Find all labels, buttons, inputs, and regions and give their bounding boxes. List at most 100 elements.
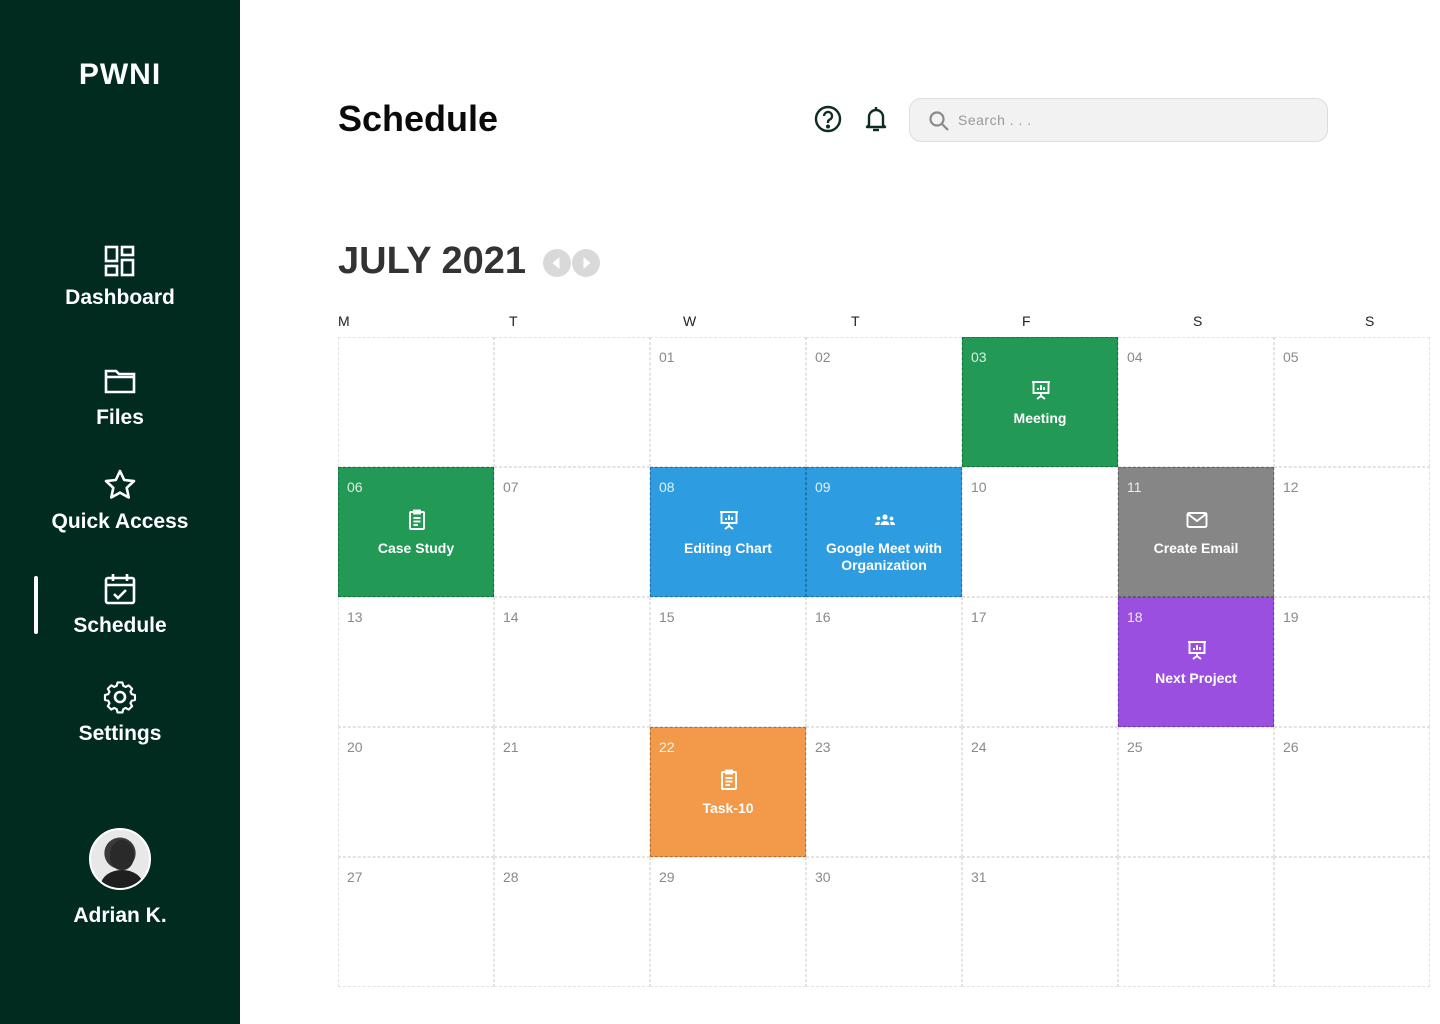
calendar-day-23[interactable]: 23	[806, 727, 962, 857]
clipboard-icon	[717, 768, 741, 792]
month-label: JULY 2021	[338, 240, 527, 282]
event-title: Case Study	[377, 540, 455, 556]
calendar-day-27[interactable]: 27	[338, 857, 494, 987]
sidebar-item-quick-access[interactable]: Quick Access	[0, 468, 240, 534]
star-icon	[104, 469, 136, 499]
day-number: 13	[347, 609, 363, 625]
folder-icon	[104, 369, 136, 394]
sidebar-item-files[interactable]: Files	[0, 364, 240, 430]
next-month-button[interactable]	[572, 249, 600, 277]
day-number: 21	[503, 739, 519, 755]
calendar-grid: 01 02 03 Meeting 04 05 06 Case Study 07 08 Editing…	[338, 337, 1430, 987]
day-number: 03	[971, 349, 987, 365]
event-title: Editing Chart	[684, 540, 772, 556]
calendar-day-05[interactable]: 05	[1274, 337, 1430, 467]
clipboard-icon	[405, 508, 429, 532]
calendar-empty-cell	[1274, 857, 1430, 987]
day-number: 07	[503, 479, 519, 495]
calendar-day-14[interactable]: 14	[494, 597, 650, 727]
presentation-icon	[1185, 638, 1209, 662]
day-number: 30	[815, 869, 831, 885]
mail-icon	[1185, 508, 1209, 532]
day-number: 17	[971, 609, 987, 625]
calendar-day-20[interactable]: 20	[338, 727, 494, 857]
calendar-day-01[interactable]: 01	[650, 337, 806, 467]
sidebar: PWNI Dashboard Files Quick Access Schedu…	[0, 0, 240, 1024]
event-card[interactable]: 08 Editing Chart	[650, 467, 806, 597]
event-title: Meeting	[1013, 410, 1067, 426]
day-number: 20	[347, 739, 363, 755]
day-number: 11	[1127, 479, 1142, 495]
calendar-day-29[interactable]: 29	[650, 857, 806, 987]
event-title: Next Project	[1155, 670, 1237, 686]
day-number: 14	[503, 609, 519, 625]
calendar-day-10[interactable]: 10	[962, 467, 1118, 597]
day-number: 02	[815, 349, 831, 365]
weekday-label: S	[1193, 313, 1203, 329]
sidebar-item-label: Schedule	[73, 614, 167, 637]
event-card[interactable]: 06 Case Study	[338, 467, 494, 597]
sidebar-item-dashboard[interactable]: Dashboard	[0, 244, 240, 310]
event-title: Create Email	[1153, 540, 1239, 556]
sidebar-item-label: Quick Access	[51, 510, 189, 533]
search-bar[interactable]	[909, 98, 1328, 142]
calendar-day-04[interactable]: 04	[1118, 337, 1274, 467]
day-number: 29	[659, 869, 675, 885]
calendar-day-30[interactable]: 30	[806, 857, 962, 987]
search-icon	[929, 111, 949, 131]
calendar-day-28[interactable]: 28	[494, 857, 650, 987]
sidebar-item-label: Dashboard	[65, 286, 175, 309]
day-number: 26	[1283, 739, 1299, 755]
day-number: 18	[1127, 609, 1143, 625]
day-number: 28	[503, 869, 519, 885]
prev-month-button[interactable]	[543, 249, 571, 277]
calendar-day-16[interactable]: 16	[806, 597, 962, 727]
gear-icon	[103, 681, 137, 714]
page-title: Schedule	[338, 98, 499, 139]
chevron-left-icon	[552, 257, 560, 269]
calendar-day-31[interactable]: 31	[962, 857, 1118, 987]
sidebar-item-label: Files	[96, 406, 144, 429]
weekday-label: M	[338, 313, 350, 329]
day-number: 27	[347, 869, 363, 885]
day-number: 25	[1127, 739, 1143, 755]
presentation-icon	[717, 508, 741, 532]
calendar-empty-cell	[1118, 857, 1274, 987]
calendar-day-13[interactable]: 13	[338, 597, 494, 727]
day-number: 10	[971, 479, 987, 495]
event-title: Google Meet with Organization	[826, 540, 942, 573]
search-input[interactable]	[956, 99, 1316, 141]
calendar-day-24[interactable]: 24	[962, 727, 1118, 857]
calendar-day-12[interactable]: 12	[1274, 467, 1430, 597]
event-card[interactable]: 22 Task-10	[650, 727, 806, 857]
calendar-day-15[interactable]: 15	[650, 597, 806, 727]
user-profile[interactable]: Adrian K.	[0, 828, 240, 928]
event-card[interactable]: 18 Next Project	[1118, 597, 1274, 727]
bell-icon[interactable]	[861, 104, 891, 134]
calendar-day-02[interactable]: 02	[806, 337, 962, 467]
calendar-empty-cell	[494, 337, 650, 467]
day-number: 15	[659, 609, 675, 625]
calendar-day-25[interactable]: 25	[1118, 727, 1274, 857]
day-number: 19	[1283, 609, 1299, 625]
calendar-day-21[interactable]: 21	[494, 727, 650, 857]
calendar-day-26[interactable]: 26	[1274, 727, 1430, 857]
weekday-label: T	[851, 313, 860, 329]
day-number: 16	[815, 609, 831, 625]
sidebar-item-label: Settings	[78, 722, 162, 745]
event-card[interactable]: 11 Create Email	[1118, 467, 1274, 597]
event-card[interactable]: 03 Meeting	[962, 337, 1118, 467]
day-number: 12	[1283, 479, 1299, 495]
presentation-icon	[1029, 378, 1053, 402]
sidebar-item-settings[interactable]: Settings	[0, 680, 240, 746]
calendar-day-17[interactable]: 17	[962, 597, 1118, 727]
event-title: Task-10	[702, 800, 754, 816]
calendar-day-07[interactable]: 07	[494, 467, 650, 597]
event-card[interactable]: 09 Google Meet with Organization	[806, 467, 962, 597]
dashboard-icon	[104, 245, 135, 277]
help-icon[interactable]	[813, 104, 843, 134]
weekday-label: F	[1022, 313, 1031, 329]
avatar[interactable]	[89, 828, 151, 890]
sidebar-item-schedule[interactable]: Schedule	[0, 572, 240, 638]
calendar-day-19[interactable]: 19	[1274, 597, 1430, 727]
